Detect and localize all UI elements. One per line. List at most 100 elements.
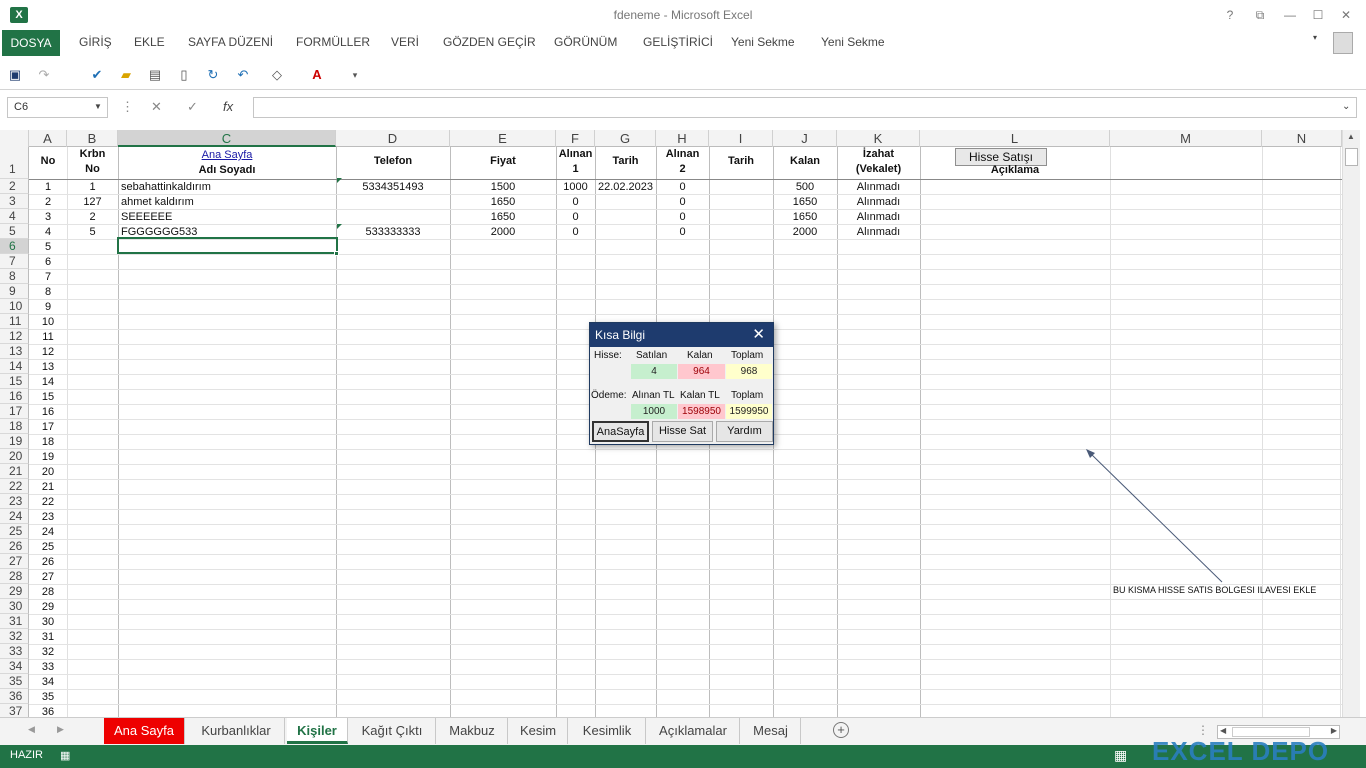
cell-krbn[interactable]: 2	[67, 210, 118, 224]
cell-kalan[interactable]: 1650	[773, 210, 837, 224]
row-header[interactable]: 29	[0, 584, 29, 599]
row-header[interactable]: 20	[0, 449, 29, 464]
cell-no[interactable]: 28	[29, 585, 67, 599]
row-header[interactable]: 37	[0, 704, 29, 717]
row-header[interactable]: 23	[0, 494, 29, 509]
cell-tel[interactable]	[336, 195, 450, 209]
cell-kalan[interactable]: 1650	[773, 195, 837, 209]
cell-no[interactable]: 11	[29, 330, 67, 344]
ana-sayfa-link[interactable]: Ana Sayfa	[118, 148, 336, 163]
save-icon[interactable]: ▣	[6, 66, 24, 84]
row-header[interactable]: 24	[0, 509, 29, 524]
row-header[interactable]: 15	[0, 374, 29, 389]
ribbon-options-icon[interactable]: ▾	[1313, 33, 1317, 42]
insert-function-icon[interactable]: fx	[223, 99, 233, 114]
select-all-corner[interactable]	[0, 130, 29, 147]
row-header[interactable]: 2	[0, 179, 29, 194]
scroll-up-icon[interactable]: ▲	[1347, 132, 1355, 141]
col-header-g[interactable]: G	[595, 130, 656, 147]
tab-insert[interactable]: EKLE	[134, 35, 165, 49]
next-sheet-icon[interactable]: ▶	[57, 724, 64, 735]
new-document-icon[interactable]: ▯	[175, 66, 193, 84]
scroll-left-icon[interactable]: ◀	[1220, 726, 1226, 735]
row-header[interactable]: 26	[0, 539, 29, 554]
row-header[interactable]: 19	[0, 434, 29, 449]
dialog-close-icon[interactable]: ✕	[752, 323, 765, 346]
row-header[interactable]: 32	[0, 629, 29, 644]
cell-izahat[interactable]: Alınmadı	[837, 195, 920, 209]
row-header[interactable]: 1	[0, 147, 29, 179]
row-header[interactable]: 14	[0, 359, 29, 374]
cell-izahat[interactable]: Alınmadı	[837, 225, 920, 239]
tab-split-icon[interactable]: ⋮	[1197, 723, 1209, 737]
tab-review[interactable]: GÖZDEN GEÇİR	[443, 35, 536, 49]
active-cell-c6[interactable]	[117, 237, 338, 254]
cell-no[interactable]: 3	[29, 210, 67, 224]
cell-no[interactable]: 15	[29, 390, 67, 404]
customize-toolbar-icon[interactable]: ▾	[346, 66, 364, 84]
prev-sheet-icon[interactable]: ◀	[28, 724, 35, 735]
row-header[interactable]: 10	[0, 299, 29, 314]
row-header[interactable]: 28	[0, 569, 29, 584]
cell-no[interactable]: 16	[29, 405, 67, 419]
cell-no[interactable]: 31	[29, 630, 67, 644]
font-color-icon[interactable]: A	[308, 66, 326, 84]
add-sheet-icon[interactable]: +	[833, 722, 849, 738]
cell-no[interactable]: 22	[29, 495, 67, 509]
col-header-j[interactable]: J	[773, 130, 837, 147]
cell-alinan2[interactable]: 0	[656, 180, 709, 194]
sheet-tab-aciklamalar[interactable]: Açıklamalar	[647, 718, 740, 744]
scroll-right-icon[interactable]: ▶	[1331, 726, 1337, 735]
enter-icon[interactable]: ✓	[187, 99, 198, 115]
macro-record-icon[interactable]: ▦	[60, 749, 70, 762]
row-header[interactable]: 6	[0, 239, 29, 254]
cell-no[interactable]: 4	[29, 225, 67, 239]
cell-no[interactable]: 32	[29, 645, 67, 659]
tab-data[interactable]: VERİ	[391, 35, 419, 49]
row-header[interactable]: 27	[0, 554, 29, 569]
cell-no[interactable]: 6	[29, 255, 67, 269]
sheet-tab-mesaj[interactable]: Mesaj	[741, 718, 801, 744]
anasayfa-button[interactable]: AnaSayfa	[592, 421, 649, 442]
col-header-f[interactable]: F	[556, 130, 595, 147]
row-header[interactable]: 35	[0, 674, 29, 689]
cell-alinan2[interactable]: 0	[656, 225, 709, 239]
cell-alinan2[interactable]: 0	[656, 210, 709, 224]
cell-no[interactable]: 5	[29, 240, 67, 254]
cell-name[interactable]: sebahattinkaldırım	[118, 180, 336, 194]
col-header-b[interactable]: B	[67, 130, 118, 147]
col-header-h[interactable]: H	[656, 130, 709, 147]
row-header[interactable]: 33	[0, 644, 29, 659]
user-avatar[interactable]	[1333, 32, 1353, 54]
cell-no[interactable]: 35	[29, 690, 67, 704]
col-header-e[interactable]: E	[450, 130, 556, 147]
normal-view-icon[interactable]: ▦	[1114, 747, 1127, 764]
cell-fiyat[interactable]: 1650	[450, 210, 556, 224]
minimize-button[interactable]: —	[1280, 6, 1300, 24]
fill-handle[interactable]	[334, 251, 339, 256]
sheet-tab-kurbanliklar[interactable]: Kurbanlıklar	[188, 718, 285, 744]
cell-fiyat[interactable]: 2000	[450, 225, 556, 239]
sheet-tab-kagit-cikti[interactable]: Kağıt Çıktı	[349, 718, 436, 744]
row-header[interactable]: 5	[0, 224, 29, 239]
refresh-icon[interactable]: ↻	[204, 66, 222, 84]
row-header[interactable]: 30	[0, 599, 29, 614]
cell-no[interactable]: 26	[29, 555, 67, 569]
close-button[interactable]: ✕	[1336, 6, 1356, 24]
open-folder-icon[interactable]: ▰	[117, 66, 135, 84]
row-header[interactable]: 34	[0, 659, 29, 674]
row-header[interactable]: 4	[0, 209, 29, 224]
row-header[interactable]: 36	[0, 689, 29, 704]
row-header[interactable]: 16	[0, 389, 29, 404]
col-header-d[interactable]: D	[336, 130, 450, 147]
cell-krbn[interactable]: 5	[67, 225, 118, 239]
sheet-tab-kesim[interactable]: Kesim	[509, 718, 568, 744]
cell-fiyat[interactable]: 1650	[450, 195, 556, 209]
cell-tarih1[interactable]	[595, 225, 656, 239]
cell-no[interactable]: 7	[29, 270, 67, 284]
yardim-button[interactable]: Yardım	[716, 421, 773, 442]
sheet-tab-ana-sayfa[interactable]: Ana Sayfa	[104, 718, 185, 744]
spellcheck-icon[interactable]: ✔	[88, 66, 106, 84]
row-header[interactable]: 25	[0, 524, 29, 539]
sheet-tab-kisiler[interactable]: Kişiler	[287, 718, 348, 744]
